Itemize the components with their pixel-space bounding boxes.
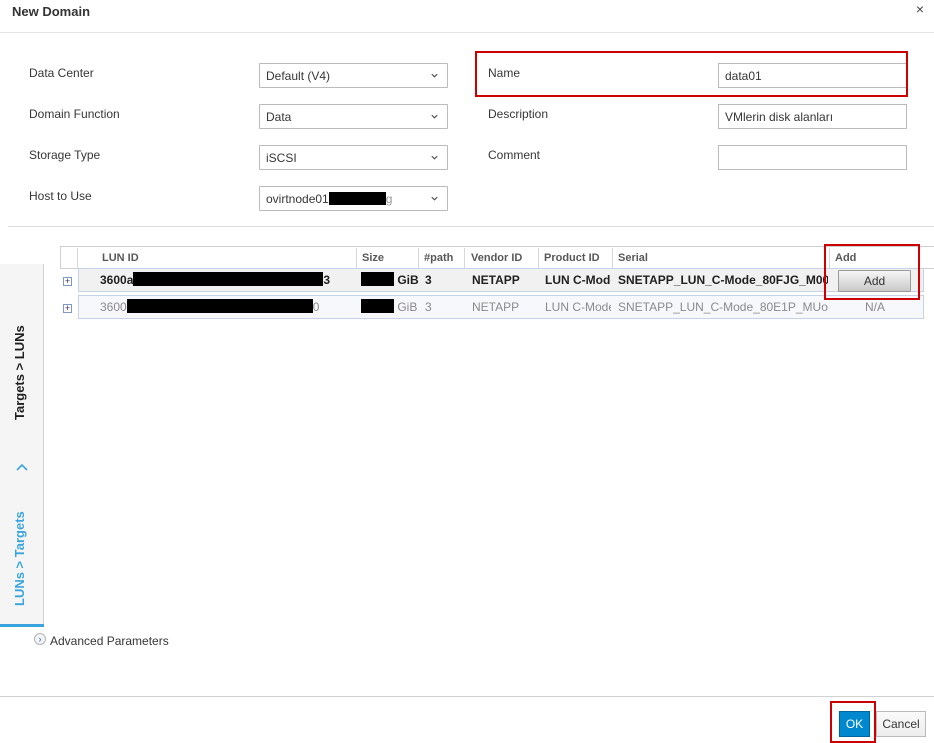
column-header-path[interactable]: #path [424,248,453,268]
vendor-cell: NETAPP [472,273,520,287]
redaction-bar [361,272,394,286]
column-separator [464,248,465,268]
domain-function-value: Data [266,110,292,124]
path-cell: 3 [425,273,432,287]
path-cell: 3 [425,300,432,314]
footer-divider [0,696,934,697]
column-separator [356,248,357,268]
domain-function-label: Domain Function [29,107,120,121]
expand-advanced-icon[interactable]: › [34,633,46,645]
lun-id-cell: 3600 0 [100,296,336,320]
column-header-product-id[interactable]: Product ID [544,248,600,268]
chevron-up-icon[interactable] [15,460,29,474]
host-name-text: ovirtnode01 [266,192,329,206]
lun-id-suffix: 0 [312,300,320,314]
storage-type-label: Storage Type [29,148,101,162]
header-divider [0,32,934,33]
table-left-border [60,246,61,268]
size-unit: GiB [397,300,418,314]
serial-cell: SNETAPP_LUN_C-Mode_80E1P_MUoF [618,300,828,314]
table-row[interactable]: 3600 0 GiB 3 NETAPP LUN C-Mode SNETAPP_LU… [78,295,924,319]
host-to-use-label: Host to Use [29,189,92,203]
redaction-bar [328,192,386,205]
chevron-down-icon [431,114,438,119]
add-lun-button[interactable]: Add [838,270,911,292]
expand-row-icon[interactable]: + [63,304,72,313]
table-row[interactable]: 3600a 3 GiB 3 NETAPP LUN C-Mode SNETAPP_L… [78,268,924,292]
data-center-label: Data Center [29,66,94,80]
add-na-cell: N/A [864,300,885,314]
lun-id-suffix: 3 [323,273,331,287]
redaction-bar [133,272,324,286]
size-cell: GiB [361,269,419,293]
column-separator [418,248,419,268]
chevron-down-icon [431,73,438,78]
data-center-select[interactable]: Default (V4) [259,63,448,88]
chevron-down-icon [431,155,438,160]
lun-id-prefix: 3600a [100,273,134,287]
host-to-use-select[interactable]: ovirtnode01 g [259,186,448,211]
cancel-button[interactable]: Cancel [876,711,926,737]
close-icon[interactable]: × [912,1,928,17]
ok-button[interactable]: OK [839,711,870,737]
storage-type-select[interactable]: iSCSI [259,145,448,170]
active-tab-indicator [0,624,44,627]
redaction-bar [126,299,313,313]
serial-cell: SNETAPP_LUN_C-Mode_80FJG_M00 [618,273,828,287]
product-cell: LUN C-Mode [545,300,611,314]
form-divider [8,226,934,227]
column-separator [829,248,830,268]
host-to-use-value: ovirtnode01 g [266,192,441,206]
data-center-value: Default (V4) [266,69,331,83]
column-separator [538,248,539,268]
redaction-bar [361,299,394,313]
vendor-cell: NETAPP [472,300,520,314]
chevron-down-icon [431,196,438,201]
dialog-title: New Domain [12,4,91,19]
storage-type-value: iSCSI [266,151,297,165]
description-label: Description [488,107,549,121]
comment-input[interactable] [718,145,907,170]
domain-function-select[interactable]: Data [259,104,448,129]
host-name-tail: g [385,192,393,206]
tab-luns-targets[interactable]: LUNs > Targets [12,511,27,606]
column-separator [612,248,613,268]
column-header-add[interactable]: Add [835,248,856,268]
expand-row-icon[interactable]: + [63,277,72,286]
name-input[interactable] [718,63,907,88]
lun-id-prefix: 3600 [100,300,127,314]
tab-targets-luns[interactable]: Targets > LUNs [12,325,27,420]
name-label: Name [488,66,521,80]
column-header-size[interactable]: Size [362,248,384,268]
column-header-serial[interactable]: Serial [618,248,648,268]
size-unit: GiB [397,273,419,287]
lun-id-cell: 3600a 3 [100,269,336,293]
table-top-border [60,246,934,247]
column-header-lun-id[interactable]: LUN ID [102,248,139,268]
comment-label: Comment [488,148,541,162]
advanced-parameters-toggle[interactable]: Advanced Parameters [50,634,169,648]
size-cell: GiB [361,296,419,320]
column-separator [77,248,78,268]
description-input[interactable] [718,104,907,129]
product-cell: LUN C-Mode [545,273,611,287]
column-header-vendor-id[interactable]: Vendor ID [471,248,522,268]
